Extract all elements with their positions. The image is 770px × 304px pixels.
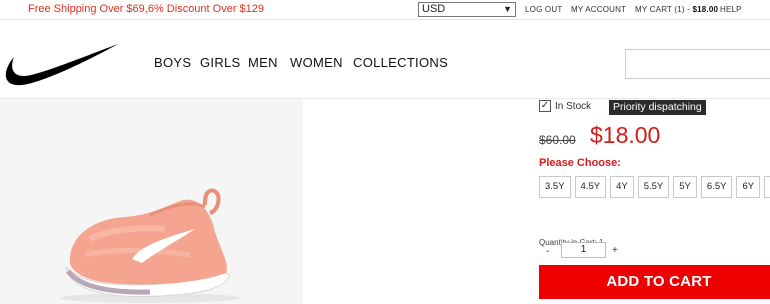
currency-value: USD	[422, 3, 446, 15]
old-price: $60.00	[539, 133, 576, 147]
my-account-link[interactable]: MY ACCOUNT	[571, 5, 626, 14]
my-cart-link[interactable]: MY CART (1) - $18.00	[635, 5, 718, 14]
swoosh-logo[interactable]	[0, 43, 118, 87]
priority-badge: Priority dispatching	[609, 100, 706, 115]
in-stock-checkbox[interactable]: ✓	[539, 100, 551, 112]
product-image[interactable]	[0, 99, 303, 304]
help-link[interactable]: HELP	[720, 5, 742, 14]
quantity-increase-button[interactable]: +	[612, 245, 618, 256]
size-option-6y[interactable]: 6Y	[736, 176, 761, 198]
quantity-input[interactable]: 1	[561, 242, 606, 258]
current-price: $18.00	[590, 122, 661, 148]
nav-women[interactable]: WOMEN	[290, 55, 343, 70]
shoe-image	[60, 188, 240, 303]
size-option-5y[interactable]: 5Y	[673, 176, 697, 198]
size-option-5-5y[interactable]: 5.5Y	[637, 176, 670, 198]
promo-text: Free Shipping Over $69,6% Discount Over …	[28, 3, 265, 15]
nav-boys[interactable]: BOYS	[154, 55, 191, 70]
quantity-decrease-button[interactable]: -	[546, 246, 549, 257]
size-option-3-5y[interactable]: 3.5Y	[539, 176, 571, 198]
size-options: 3.5Y 4.5Y 4Y 5.5Y 5Y 6.5Y 6Y 7Y	[539, 176, 770, 198]
cart-total: $18.00	[692, 5, 719, 14]
add-to-cart-button[interactable]: ADD TO CART	[539, 265, 770, 299]
size-option-4y[interactable]: 4Y	[610, 176, 634, 198]
search-input[interactable]	[625, 49, 770, 79]
size-choose-label: Please Choose:	[539, 157, 621, 169]
top-bar: Free Shipping Over $69,6% Discount Over …	[0, 0, 770, 20]
in-stock-label: In Stock	[555, 101, 592, 112]
currency-select[interactable]: USD ▼	[418, 2, 516, 17]
cart-prefix: MY CART (1) -	[635, 5, 693, 14]
nav-men[interactable]: MEN	[248, 55, 278, 70]
size-option-4-5y[interactable]: 4.5Y	[574, 176, 607, 198]
logout-link[interactable]: LOG OUT	[525, 5, 562, 14]
nav-girls[interactable]: GIRLS	[200, 55, 241, 70]
nav-collections[interactable]: COLLECTIONS	[353, 55, 448, 70]
chevron-down-icon: ▼	[503, 4, 512, 14]
site-header: BOYS GIRLS MEN WOMEN COLLECTIONS	[0, 21, 770, 99]
size-option-7y[interactable]: 7Y	[764, 176, 770, 198]
size-option-6-5y[interactable]: 6.5Y	[700, 176, 733, 198]
